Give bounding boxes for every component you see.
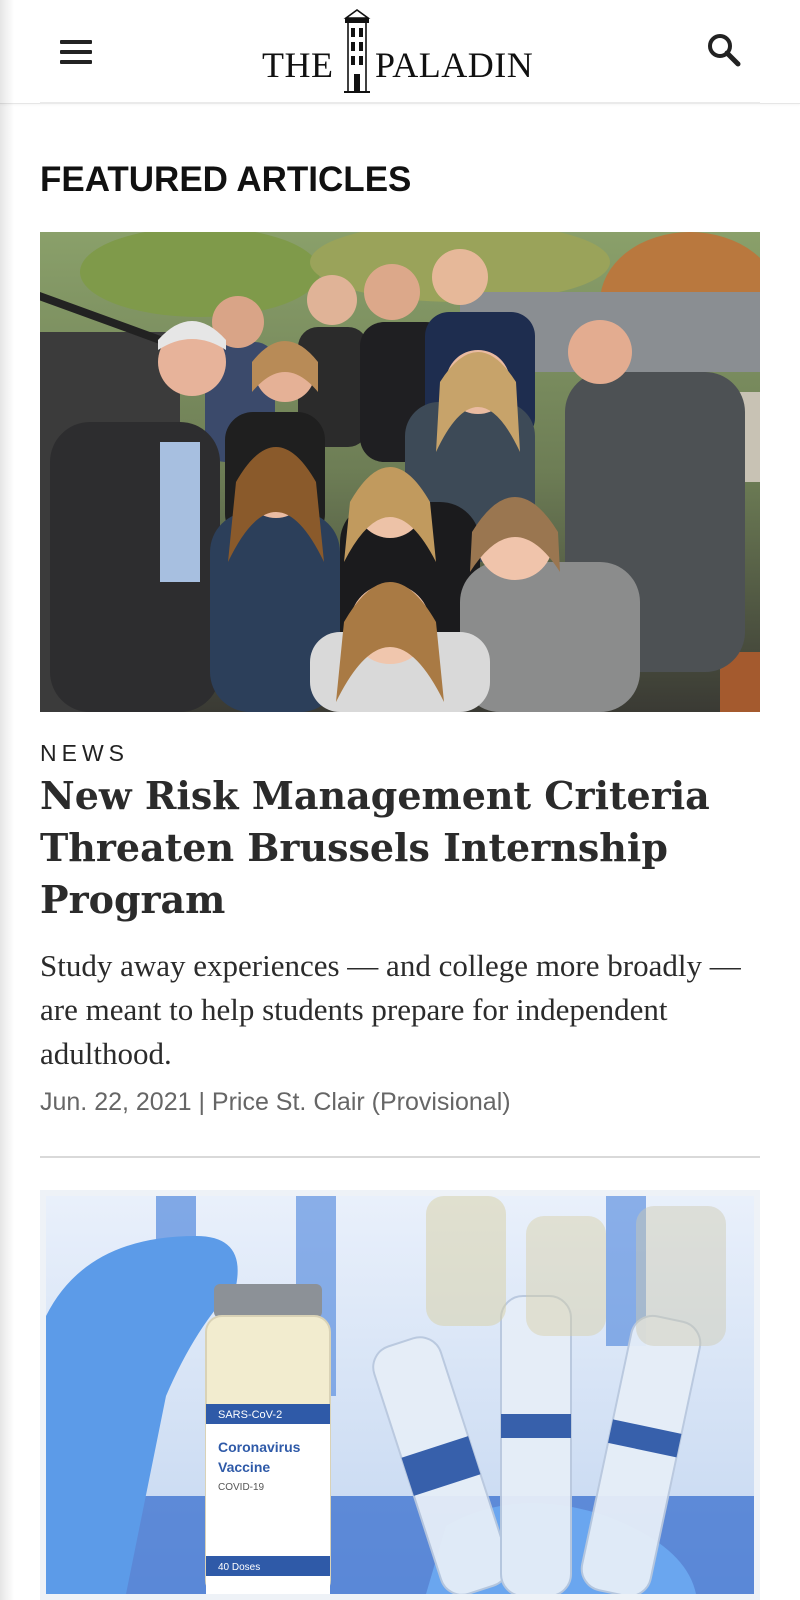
vaccine-illustration: SARS-CoV-2 Coronavirus Vaccine COVID-19 … [46,1196,754,1594]
section-title: FEATURED ARTICLES [40,160,412,199]
tower-icon [343,9,371,93]
vaccine-label-sars: SARS-CoV-2 [218,1409,282,1421]
article-meta: Jun. 22, 2021 | Price St. Clair (Provisi… [40,1088,511,1116]
hamburger-menu-icon [60,40,92,44]
article-image-vaccine[interactable]: SARS-CoV-2 Coronavirus Vaccine COVID-19 … [40,1190,760,1600]
page: THE PALADIN FEATURED ARTICLES NEWS New R… [0,0,800,1600]
vaccine-label-coronavirus: Coronavirus [218,1439,301,1455]
article-headline[interactable]: New Risk Management Criteria Threaten Br… [40,770,760,926]
logo-word-paladin: PALADIN [375,45,534,85]
header-divider [40,102,760,104]
drawer-edge-shadow [0,0,14,1600]
article-dek: Study away experiences — and college mor… [40,948,741,1071]
site-header: THE PALADIN [0,0,800,104]
vaccine-label-vaccine: Vaccine [218,1459,270,1475]
logo-word-the: THE [262,45,334,85]
menu-button[interactable] [52,32,100,72]
vaccine-label-doses: 40 Doses [218,1562,260,1573]
site-logo[interactable]: THE PALADIN [262,8,542,98]
search-button[interactable] [704,30,744,70]
search-icon [708,34,741,67]
hamburger-menu-icon-bar [60,50,92,54]
article-image-group-photo[interactable] [40,232,760,712]
group-photo-illustration [40,232,760,712]
article-category[interactable]: NEWS [40,740,129,767]
hamburger-menu-icon-bar [60,60,92,64]
article-divider [40,1156,760,1158]
vaccine-label-covid: COVID-19 [218,1482,265,1493]
